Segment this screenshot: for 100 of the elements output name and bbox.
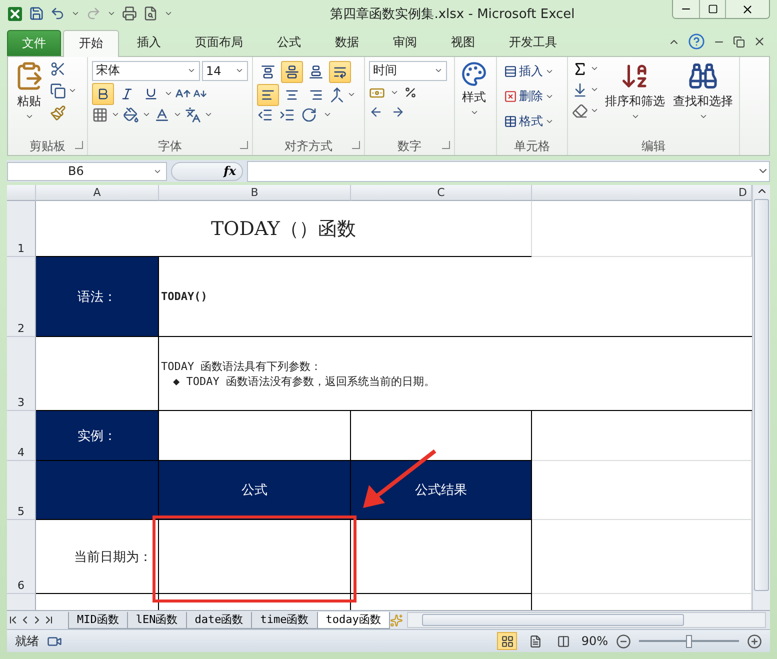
sort-filter-button[interactable]: 排序和筛选: [603, 60, 667, 138]
row-header[interactable]: 5: [7, 461, 36, 520]
bold-icon: [96, 86, 110, 101]
group-label: 编辑: [642, 138, 666, 155]
insert-function-button[interactable]: fx: [171, 162, 243, 181]
insert-button[interactable]: 插入: [501, 60, 557, 83]
row-header[interactable]: 1: [7, 201, 36, 258]
window-title: 第四章函数实例集.xlsx - Microsoft Excel: [329, 6, 576, 23]
status-text: 就绪: [15, 632, 39, 650]
middle-align-button[interactable]: [281, 60, 303, 83]
table-cell: 实例：: [36, 411, 159, 462]
vertical-scrollbar[interactable]: [752, 185, 770, 610]
ribbon-tab[interactable]: 插入: [121, 28, 177, 56]
table-cell: 语法：: [36, 257, 159, 338]
group-label: 剪贴板: [30, 138, 66, 155]
printer-icon: [122, 6, 137, 22]
sheet-tab[interactable]: time函数: [251, 612, 318, 629]
cell-text: ◆ TODAY 函数语法没有参数，返回系统当前的日期。: [172, 374, 436, 389]
group-label: 字体: [158, 138, 182, 155]
indent-decrease-icon: [257, 106, 273, 123]
ribbon-tab[interactable]: 公式: [261, 28, 317, 56]
launcher-icon[interactable]: [442, 141, 450, 150]
spreadsheet-logo-icon: [7, 6, 23, 22]
maximize-button[interactable]: [699, 0, 725, 18]
launcher-icon[interactable]: [352, 141, 360, 150]
decrease-decimal-icon: [369, 104, 383, 119]
table-cell: 公式结果: [351, 461, 532, 520]
ribbon-tab[interactable]: 审阅: [377, 28, 433, 56]
ribbon-tab[interactable]: 开发工具: [493, 28, 573, 56]
first-sheet-icon: [7, 614, 19, 626]
row-header[interactable]: 6: [7, 520, 36, 594]
align-left-button[interactable]: [257, 84, 279, 106]
ribbon-tab[interactable]: 开始: [63, 30, 119, 57]
formula-field[interactable]: [247, 160, 770, 182]
paste-button[interactable]: 粘贴: [12, 60, 46, 138]
close-icon: [753, 35, 766, 48]
launcher-icon[interactable]: [240, 141, 248, 150]
bold-button[interactable]: [92, 82, 114, 105]
sheet-tab[interactable]: today函数: [316, 612, 390, 629]
column-header[interactable]: A: [36, 185, 159, 202]
row-header[interactable]: 2: [7, 257, 36, 338]
column-header[interactable]: C: [351, 185, 532, 202]
ribbon-tab[interactable]: 数据: [319, 28, 375, 56]
font-name-field[interactable]: 宋体: [92, 60, 200, 81]
sheet-tab[interactable]: lEN函数: [126, 612, 187, 629]
table-cell: 当前日期为：: [36, 520, 159, 594]
sheet-tab[interactable]: date函数: [186, 612, 252, 629]
redo-icon: [86, 6, 101, 22]
ribbon-tab[interactable]: 视图: [435, 28, 491, 56]
font-color-icon: [154, 106, 170, 123]
new-sheet-icon: [390, 614, 403, 627]
scrollbar-thumb[interactable]: [422, 614, 684, 626]
last-sheet-icon: [43, 614, 55, 626]
align-top-icon: [261, 64, 275, 79]
align-middle-icon: [285, 64, 299, 79]
styles-button[interactable]: 样式: [459, 60, 489, 138]
palette-icon: [461, 60, 487, 87]
fill-icon: [572, 82, 588, 98]
indent-increase-icon: [279, 106, 295, 123]
copy-icon: [50, 82, 66, 99]
italic-icon: [120, 86, 134, 101]
view-button[interactable]: [497, 632, 518, 650]
scrollbar-thumb[interactable]: [754, 199, 769, 592]
row-header[interactable]: 3: [7, 337, 36, 412]
align-left-icon: [261, 88, 275, 102]
name-box[interactable]: B6: [7, 162, 167, 181]
cell-text: TODAY 函数语法具有下列参数：: [160, 358, 323, 374]
maximize-icon: [708, 4, 718, 14]
align-bottom-icon: [309, 64, 323, 79]
binoculars-icon: [688, 60, 718, 91]
sheet-tab[interactable]: MID函数: [68, 612, 128, 629]
number-format-field[interactable]: 时间: [369, 60, 447, 81]
percent-icon: [404, 86, 417, 100]
close-button[interactable]: [725, 0, 769, 18]
undo-icon: [50, 6, 65, 22]
font-size-field[interactable]: 14: [202, 60, 248, 81]
format-button[interactable]: 格式: [501, 110, 557, 133]
column-header[interactable]: D: [532, 185, 752, 202]
delete-icon: [504, 90, 517, 104]
increase-decimal-icon: [391, 104, 405, 119]
file-tab[interactable]: 文件: [7, 30, 61, 56]
wrap-text-icon: [333, 64, 347, 79]
column-header[interactable]: B: [159, 185, 351, 202]
save-icon: [29, 6, 44, 22]
horizontal-scrollbar[interactable]: [406, 612, 766, 628]
print-preview-icon: [143, 6, 158, 22]
align-right-icon: [309, 88, 323, 102]
row-header[interactable]: 4: [7, 411, 36, 462]
zoom-slider-thumb[interactable]: [686, 634, 692, 648]
group-label: 对齐方式: [284, 138, 332, 155]
cut-icon: [50, 60, 66, 77]
orientation-icon: [301, 106, 317, 123]
underline-icon: [144, 86, 158, 101]
zoom-out-icon: [616, 634, 631, 649]
wrap-text-button[interactable]: [329, 60, 351, 83]
delete-button[interactable]: 删除: [501, 86, 557, 108]
launcher-icon[interactable]: [75, 141, 83, 150]
format-painter-icon: [50, 104, 66, 121]
ribbon-tab[interactable]: 页面布局: [179, 28, 259, 56]
find-select-button[interactable]: 查找和选择: [671, 60, 735, 138]
